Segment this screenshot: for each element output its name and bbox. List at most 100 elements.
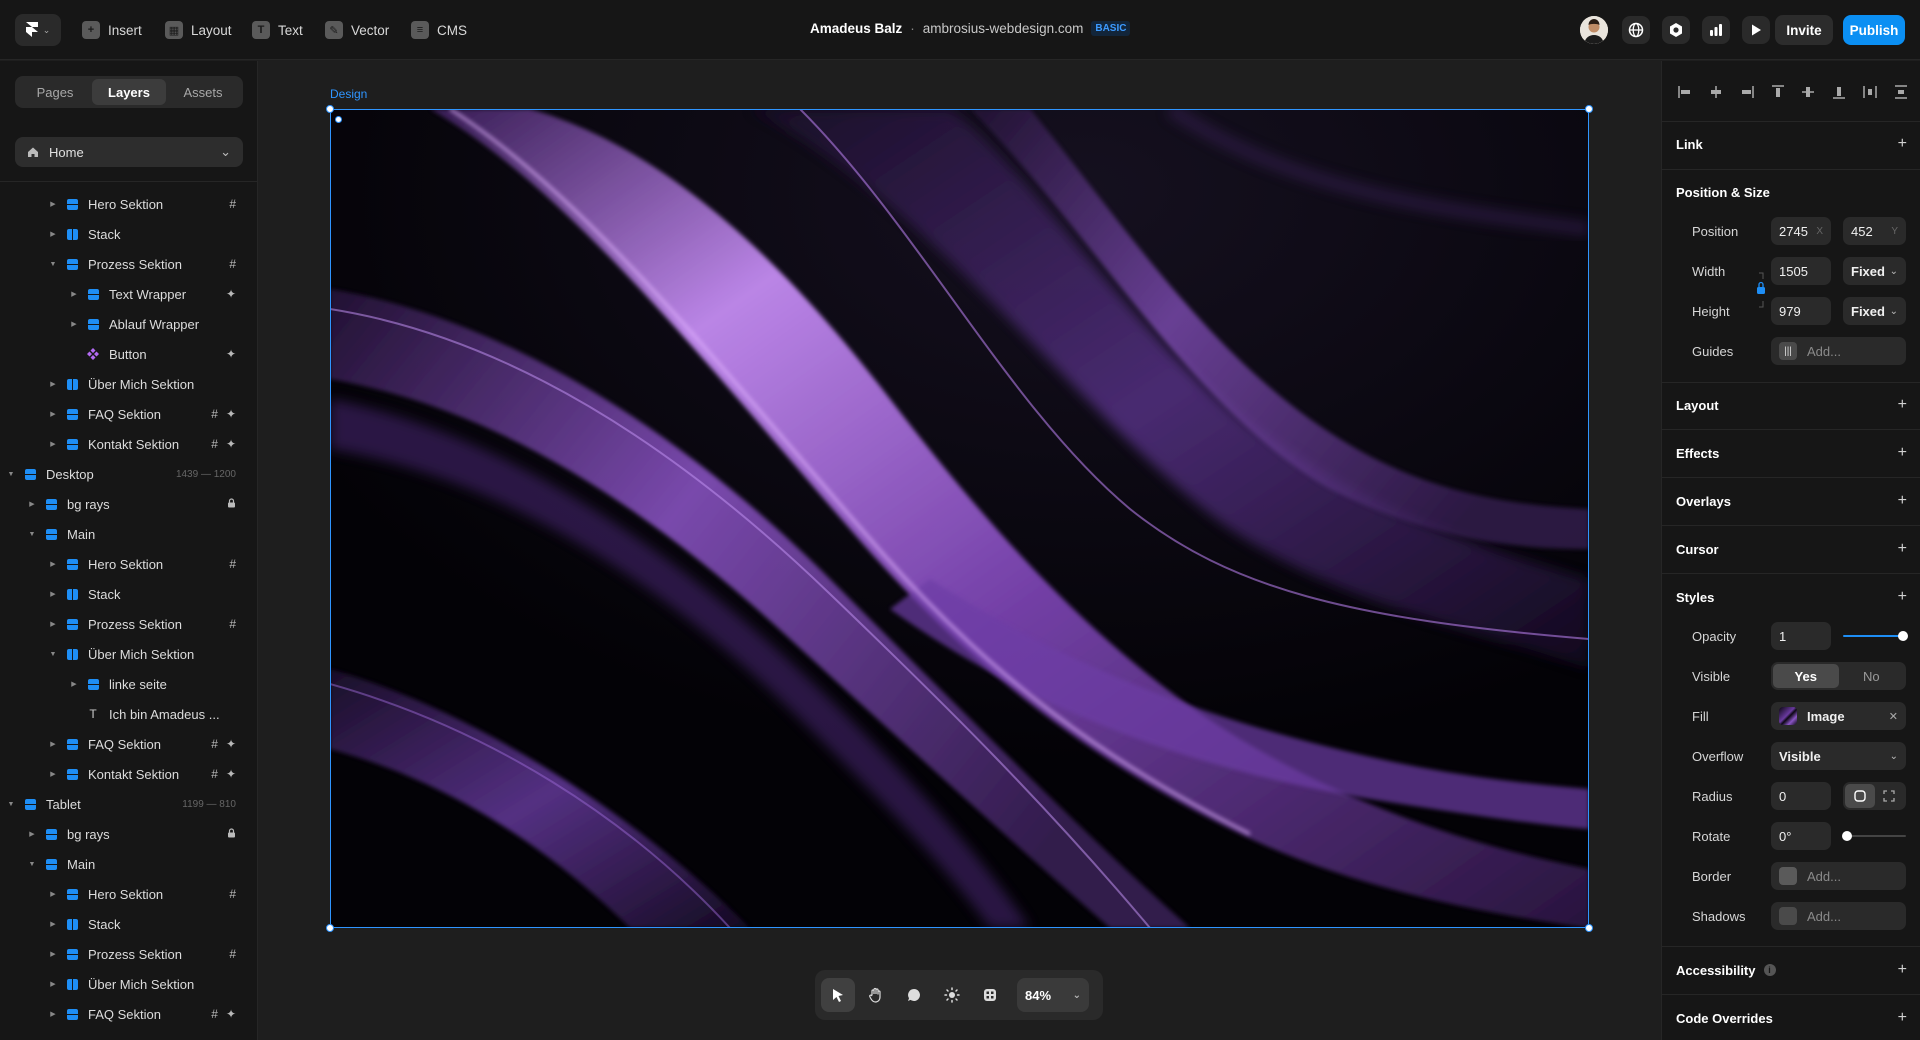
layer-row[interactable]: ▶ Stack <box>0 219 257 249</box>
width-mode-select[interactable]: Fixed ⌄ <box>1843 257 1906 285</box>
visible-yes-option[interactable]: Yes <box>1773 664 1839 688</box>
expand-arrow-icon[interactable]: ▼ <box>27 861 37 868</box>
add-accessibility-icon[interactable]: + <box>1898 961 1907 979</box>
layer-row[interactable]: ▶ Hero Sektion # <box>0 189 257 219</box>
collapse-arrow-icon[interactable]: ▶ <box>48 620 58 628</box>
resize-handle-bottom-right[interactable] <box>1585 924 1593 932</box>
framer-menu-button[interactable]: ⌄ <box>15 14 61 46</box>
collapse-arrow-icon[interactable]: ▶ <box>48 440 58 448</box>
invite-button[interactable]: Invite <box>1775 15 1833 45</box>
select-tool-button[interactable] <box>821 978 855 1012</box>
layer-row[interactable]: ▶ Text Wrapper ✦ <box>0 279 257 309</box>
layer-row[interactable]: ▶ Kontakt Sektion # ✦ <box>0 759 257 789</box>
layer-row[interactable]: ▶ bg rays <box>0 489 257 519</box>
height-field[interactable]: 979 <box>1771 297 1831 325</box>
shadows-field[interactable]: Add... <box>1771 902 1906 930</box>
layer-row[interactable]: ▶ FAQ Sektion # ✦ <box>0 399 257 429</box>
collapse-arrow-icon[interactable]: ▶ <box>69 320 79 328</box>
layer-row[interactable]: ▶ Kontakt Sektion # ✦ <box>0 429 257 459</box>
accessibility-section-header[interactable]: Accessibility i + <box>1676 960 1907 980</box>
layer-row[interactable]: ▼ Über Mich Sektion <box>0 639 257 669</box>
layer-row[interactable]: ▼ Prozess Sektion # <box>0 249 257 279</box>
align-right-icon[interactable] <box>1738 83 1756 101</box>
overlays-section-header[interactable]: Overlays + <box>1676 491 1907 511</box>
collapse-arrow-icon[interactable]: ▶ <box>27 830 37 838</box>
align-center-h-icon[interactable] <box>1707 83 1725 101</box>
add-effect-icon[interactable]: + <box>1898 444 1907 462</box>
collapse-arrow-icon[interactable]: ▶ <box>48 980 58 988</box>
tab-assets[interactable]: Assets <box>166 79 240 105</box>
site-settings-button[interactable] <box>1622 16 1650 44</box>
frame-label[interactable]: Design <box>330 87 367 101</box>
avatar[interactable] <box>1580 16 1608 44</box>
analytics-button[interactable] <box>1702 16 1730 44</box>
opacity-slider-knob[interactable] <box>1898 631 1908 641</box>
layer-row[interactable]: ▶ linke seite <box>0 669 257 699</box>
layer-row[interactable]: ▶ Ablauf Wrapper <box>0 309 257 339</box>
link-section-header[interactable]: Link + <box>1676 134 1907 154</box>
visible-no-option[interactable]: No <box>1839 664 1905 688</box>
insert-button[interactable]: + Insert <box>82 18 142 42</box>
preview-button[interactable] <box>1742 16 1770 44</box>
layer-row[interactable]: ▶ Prozess Sektion # <box>0 939 257 969</box>
layer-row[interactable]: ▶ bg rays <box>0 819 257 849</box>
settings-button[interactable] <box>1662 16 1690 44</box>
expand-arrow-icon[interactable]: ▼ <box>6 471 16 478</box>
layer-row[interactable]: ▶ Hero Sektion # <box>0 879 257 909</box>
layer-row[interactable]: ▼ Tablet 1199 — 810 <box>0 789 257 819</box>
align-top-icon[interactable] <box>1769 83 1787 101</box>
radius-individual-option[interactable] <box>1875 784 1905 808</box>
expand-arrow-icon[interactable]: ▼ <box>27 531 37 538</box>
collapse-arrow-icon[interactable]: ▶ <box>48 590 58 598</box>
align-center-v-icon[interactable] <box>1799 83 1817 101</box>
collapse-arrow-icon[interactable]: ▶ <box>48 230 58 238</box>
layout-section-header[interactable]: Layout + <box>1676 395 1907 415</box>
effects-section-header[interactable]: Effects + <box>1676 443 1907 463</box>
resize-handle-bottom-left[interactable] <box>326 924 334 932</box>
rotate-handle[interactable] <box>335 116 342 123</box>
layer-row[interactable]: ▶ Über Mich Sektion <box>0 969 257 999</box>
expand-arrow-icon[interactable]: ▼ <box>6 801 16 808</box>
collapse-arrow-icon[interactable]: ▶ <box>48 200 58 208</box>
layer-row[interactable]: ▶ Hero Sektion # <box>0 549 257 579</box>
collapse-arrow-icon[interactable]: ▶ <box>48 740 58 748</box>
collapse-arrow-icon[interactable]: ▶ <box>48 560 58 568</box>
layout-button[interactable]: ▦ Layout <box>165 18 232 42</box>
add-layout-icon[interactable]: + <box>1898 396 1907 414</box>
position-x-field[interactable]: 2745 X <box>1771 217 1831 245</box>
opacity-field[interactable]: 1 <box>1771 622 1831 650</box>
layer-row[interactable]: Button ✦ <box>0 339 257 369</box>
overflow-select[interactable]: Visible ⌄ <box>1771 742 1906 770</box>
distribute-vertical-icon[interactable] <box>1892 83 1910 101</box>
layer-row[interactable]: ▶ Stack <box>0 579 257 609</box>
close-icon[interactable]: ✕ <box>1889 710 1898 723</box>
add-overlay-icon[interactable]: + <box>1898 492 1907 510</box>
add-cursor-icon[interactable]: + <box>1898 540 1907 558</box>
comment-tool-button[interactable] <box>897 978 931 1012</box>
layer-row[interactable]: ▼ Main <box>0 519 257 549</box>
fill-field[interactable]: Image ✕ <box>1771 702 1906 730</box>
height-mode-select[interactable]: Fixed ⌄ <box>1843 297 1906 325</box>
zoom-control[interactable]: 84% ⌄ <box>1017 978 1089 1012</box>
collapse-arrow-icon[interactable]: ▶ <box>48 1010 58 1018</box>
info-icon[interactable]: i <box>1763 964 1776 976</box>
collapse-arrow-icon[interactable]: ▶ <box>27 500 37 508</box>
radius-field[interactable]: 0 <box>1771 782 1831 810</box>
project-title[interactable]: Amadeus Balz · ambrosius-webdesign.com B… <box>810 21 1131 36</box>
components-tool-button[interactable] <box>973 978 1007 1012</box>
collapse-arrow-icon[interactable]: ▶ <box>48 380 58 388</box>
align-left-icon[interactable] <box>1676 83 1694 101</box>
rotate-slider-knob[interactable] <box>1842 831 1852 841</box>
design-frame[interactable] <box>330 109 1589 928</box>
collapse-arrow-icon[interactable]: ▶ <box>48 770 58 778</box>
radius-uniform-option[interactable] <box>1845 784 1875 808</box>
expand-arrow-icon[interactable]: ▼ <box>48 261 58 268</box>
tab-layers[interactable]: Layers <box>92 79 166 105</box>
layer-row[interactable]: ▼ Desktop 1439 — 1200 <box>0 459 257 489</box>
border-field[interactable]: Add... <box>1771 862 1906 890</box>
collapse-arrow-icon[interactable]: ▶ <box>69 680 79 688</box>
add-link-icon[interactable]: + <box>1898 135 1907 153</box>
tab-pages[interactable]: Pages <box>18 79 92 105</box>
layer-row[interactable]: ▼ Main <box>0 849 257 879</box>
width-field[interactable]: 1505 <box>1771 257 1831 285</box>
